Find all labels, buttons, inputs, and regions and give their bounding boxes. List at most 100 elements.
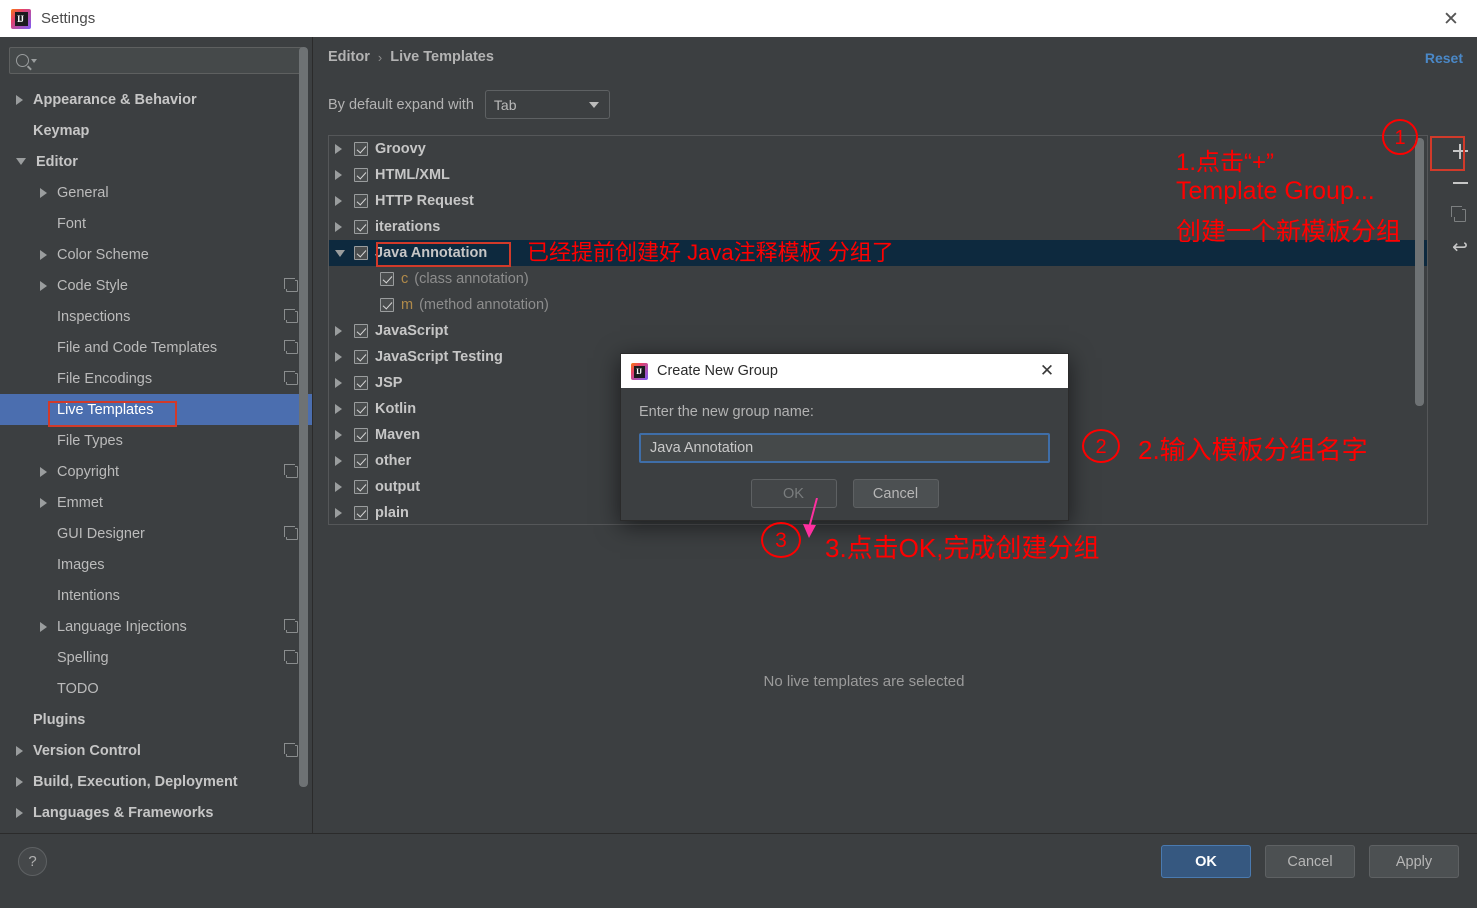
project-scope-icon [284, 308, 298, 323]
template-name: Maven [375, 427, 421, 443]
chevron-right-icon[interactable] [335, 196, 349, 206]
chevron-right-icon[interactable] [335, 352, 349, 362]
sidebar-item-languages-frameworks[interactable]: Languages & Frameworks [0, 797, 312, 828]
sidebar-item-spelling[interactable]: Spelling [0, 642, 312, 673]
revert-template-button[interactable]: ↩ [1443, 231, 1477, 263]
template-group-row[interactable]: Groovy [329, 136, 1427, 162]
template-group-row[interactable]: JavaScript [329, 318, 1427, 344]
add-template-button[interactable] [1443, 135, 1477, 167]
template-group-row[interactable]: c (class annotation) [329, 266, 1427, 292]
ok-button[interactable]: OK [1161, 845, 1251, 878]
template-name: JSP [375, 375, 403, 391]
sidebar-item-code-style[interactable]: Code Style [0, 270, 312, 301]
template-checkbox[interactable] [354, 142, 368, 156]
sidebar-item-images[interactable]: Images [0, 549, 312, 580]
search-input[interactable] [37, 53, 296, 68]
chevron-down-icon[interactable] [335, 249, 349, 257]
sidebar-item-editor[interactable]: Editor [0, 146, 312, 177]
sidebar-item-label: Version Control [33, 742, 141, 759]
chevron-right-icon[interactable] [335, 378, 349, 388]
duplicate-template-button[interactable] [1443, 199, 1477, 231]
sidebar-item-font[interactable]: Font [0, 208, 312, 239]
chevron-right-icon[interactable] [16, 94, 23, 105]
template-checkbox[interactable] [354, 194, 368, 208]
chevron-right-icon[interactable] [335, 508, 349, 518]
chevron-right-icon[interactable] [40, 280, 47, 291]
close-icon[interactable]: ✕ [1439, 7, 1463, 31]
template-name: JavaScript [375, 323, 449, 339]
sidebar-item-label: Images [57, 556, 105, 573]
search-box[interactable] [9, 47, 303, 74]
apply-button[interactable]: Apply [1369, 845, 1459, 878]
chevron-down-icon[interactable] [16, 158, 26, 165]
reset-link[interactable]: Reset [1425, 50, 1463, 66]
sidebar-item-version-control[interactable]: Version Control [0, 735, 312, 766]
expand-with-select[interactable]: Tab [484, 90, 610, 119]
sidebar-item-language-injections[interactable]: Language Injections [0, 611, 312, 642]
sidebar-item-plugins[interactable]: Plugins [0, 704, 312, 735]
template-description: (method annotation) [419, 297, 549, 313]
chevron-right-icon[interactable] [335, 430, 349, 440]
remove-template-button[interactable] [1443, 167, 1477, 199]
chevron-right-icon[interactable] [335, 456, 349, 466]
sidebar-item-label: General [57, 184, 109, 201]
close-icon[interactable]: ✕ [1036, 360, 1058, 382]
sidebar-scrollbar[interactable] [299, 47, 308, 787]
template-checkbox[interactable] [354, 506, 368, 520]
template-checkbox[interactable] [354, 480, 368, 494]
template-checkbox[interactable] [354, 428, 368, 442]
sidebar-item-copyright[interactable]: Copyright [0, 456, 312, 487]
chevron-right-icon[interactable] [40, 497, 47, 508]
sidebar-item-file-and-code-templates[interactable]: File and Code Templates [0, 332, 312, 363]
sidebar-item-live-templates[interactable]: Live Templates [0, 394, 312, 425]
breadcrumb-parent[interactable]: Editor [328, 49, 370, 65]
template-checkbox[interactable] [354, 324, 368, 338]
chevron-right-icon[interactable] [335, 326, 349, 336]
template-checkbox[interactable] [354, 402, 368, 416]
chevron-right-icon[interactable] [335, 170, 349, 180]
template-group-row[interactable]: Java Annotation [329, 240, 1427, 266]
template-checkbox[interactable] [354, 220, 368, 234]
sidebar-item-todo[interactable]: TODO [0, 673, 312, 704]
sidebar-item-general[interactable]: General [0, 177, 312, 208]
dialog-cancel-button[interactable]: Cancel [852, 479, 939, 508]
template-group-row[interactable]: HTML/XML [329, 162, 1427, 188]
template-checkbox[interactable] [354, 246, 368, 260]
chevron-right-icon[interactable] [335, 222, 349, 232]
sidebar-item-label: Emmet [57, 494, 103, 511]
template-checkbox[interactable] [354, 376, 368, 390]
cancel-button[interactable]: Cancel [1265, 845, 1355, 878]
sidebar-item-keymap[interactable]: Keymap [0, 115, 312, 146]
chevron-right-icon[interactable] [335, 144, 349, 154]
template-checkbox[interactable] [354, 350, 368, 364]
chevron-right-icon[interactable] [16, 807, 23, 818]
dialog-ok-button[interactable]: OK [750, 479, 837, 508]
sidebar-item-file-encodings[interactable]: File Encodings [0, 363, 312, 394]
chevron-right-icon[interactable] [40, 249, 47, 260]
chevron-right-icon[interactable] [40, 621, 47, 632]
template-group-row[interactable]: HTTP Request [329, 188, 1427, 214]
template-checkbox[interactable] [380, 298, 394, 312]
chevron-right-icon[interactable] [335, 404, 349, 414]
sidebar-item-inspections[interactable]: Inspections [0, 301, 312, 332]
sidebar-item-color-scheme[interactable]: Color Scheme [0, 239, 312, 270]
chevron-right-icon[interactable] [16, 745, 23, 756]
sidebar-item-file-types[interactable]: File Types [0, 425, 312, 456]
sidebar-item-appearance-behavior[interactable]: Appearance & Behavior [0, 84, 312, 115]
group-name-input[interactable] [639, 433, 1050, 463]
chevron-right-icon[interactable] [16, 776, 23, 787]
template-checkbox[interactable] [380, 272, 394, 286]
template-checkbox[interactable] [354, 454, 368, 468]
chevron-right-icon[interactable] [40, 466, 47, 477]
template-checkbox[interactable] [354, 168, 368, 182]
templates-scrollbar[interactable] [1415, 138, 1424, 406]
template-group-row[interactable]: m (method annotation) [329, 292, 1427, 318]
sidebar-item-build-execution-deployment[interactable]: Build, Execution, Deployment [0, 766, 312, 797]
chevron-right-icon[interactable] [335, 482, 349, 492]
sidebar-item-emmet[interactable]: Emmet [0, 487, 312, 518]
sidebar-item-gui-designer[interactable]: GUI Designer [0, 518, 312, 549]
chevron-right-icon[interactable] [40, 187, 47, 198]
template-group-row[interactable]: iterations [329, 214, 1427, 240]
sidebar-item-intentions[interactable]: Intentions [0, 580, 312, 611]
help-button[interactable]: ? [18, 847, 47, 876]
